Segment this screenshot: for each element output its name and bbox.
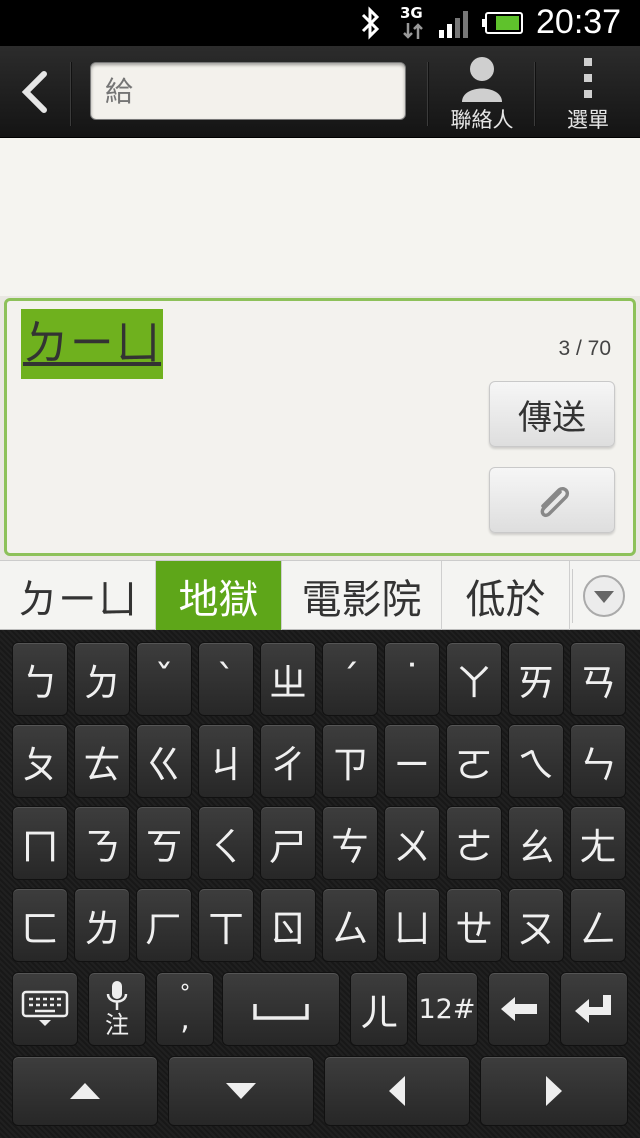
bopomofo-key[interactable]: ㄢ (570, 642, 626, 716)
message-input[interactable]: ㄉㄧㄩ 3 / 70 傳送 (4, 298, 636, 556)
bopomofo-key[interactable]: ˊ (322, 642, 378, 716)
candidate-item[interactable]: ㄉㄧㄩ (0, 561, 156, 631)
network-type-label: 3G (400, 4, 423, 22)
overflow-menu-icon (584, 58, 592, 98)
voice-input-key[interactable]: 注 (88, 972, 146, 1046)
bopomofo-key[interactable]: ㄤ (570, 806, 626, 880)
punctuation-bottom: , (180, 1002, 190, 1037)
attach-button[interactable] (489, 467, 615, 533)
bopomofo-key[interactable]: ㄙ (322, 888, 378, 962)
bopomofo-key[interactable]: ㄉ (74, 642, 130, 716)
bopomofo-key[interactable]: ˇ (136, 642, 192, 716)
backspace-key[interactable] (488, 972, 550, 1046)
back-button[interactable] (0, 46, 68, 138)
candidate-item[interactable]: 電影院 (282, 561, 442, 631)
bopomofo-key[interactable]: ˋ (198, 642, 254, 716)
bopomofo-key[interactable]: ㄅ (12, 642, 68, 716)
microphone-icon (106, 981, 128, 1010)
contacts-label: 聯絡人 (450, 108, 514, 132)
mic-key-label: 注 (105, 1011, 129, 1039)
keyboard-hide-key[interactable] (12, 972, 78, 1046)
punctuation-key[interactable]: ° , (156, 972, 214, 1046)
er-key[interactable]: ㄦ (350, 972, 408, 1046)
arrow-down-icon (226, 1083, 256, 1099)
bopomofo-key[interactable]: ㄒ (198, 888, 254, 962)
candidate-bar: ㄉㄧㄩ 地獄 電影院 低於 (0, 560, 640, 631)
bopomofo-key[interactable]: ㄖ (260, 888, 316, 962)
bopomofo-key[interactable]: ㄌ (74, 888, 130, 962)
numbers-symbols-key[interactable]: 12# (416, 972, 478, 1046)
bluetooth-icon (361, 6, 380, 40)
arrow-right-icon (546, 1076, 562, 1106)
paperclip-icon (540, 486, 570, 518)
backspace-arrow-icon (501, 997, 537, 1021)
bopomofo-key[interactable]: ㄐ (198, 724, 254, 798)
message-thread-area (0, 138, 640, 300)
bopomofo-key[interactable]: ㄡ (508, 888, 564, 962)
contacts-button[interactable]: 聯絡人 (430, 46, 534, 138)
recipient-input[interactable] (90, 62, 406, 120)
cursor-right-key[interactable] (480, 1056, 628, 1126)
candidate-item-selected[interactable]: 地獄 (156, 561, 282, 631)
menu-label: 選單 (567, 108, 609, 132)
bopomofo-key[interactable]: ㄗ (322, 724, 378, 798)
status-clock: 20:37 (536, 3, 622, 41)
bopomofo-key[interactable]: ㄔ (260, 724, 316, 798)
bopomofo-key[interactable]: ㄨ (384, 806, 440, 880)
candidate-item[interactable]: 低於 (442, 561, 570, 631)
bopomofo-key[interactable]: ㄚ (446, 642, 502, 716)
space-key[interactable] (222, 972, 340, 1046)
enter-key[interactable] (560, 972, 628, 1046)
chevron-left-icon (21, 71, 47, 113)
bopomofo-key[interactable]: ㄜ (446, 806, 502, 880)
enter-arrow-icon (575, 995, 611, 1023)
bopomofo-key[interactable]: ㄘ (322, 806, 378, 880)
chevron-down-icon (583, 575, 625, 617)
keyboard-icon (21, 990, 69, 1026)
bopomofo-key[interactable]: ㄞ (508, 642, 564, 716)
bopomofo-key[interactable]: ㄏ (136, 888, 192, 962)
composer: ㄉㄧㄩ 3 / 70 傳送 (0, 296, 640, 560)
bopomofo-key[interactable]: ㄩ (384, 888, 440, 962)
bopomofo-key[interactable]: ˙ (384, 642, 440, 716)
bopomofo-keyboard: ㄅㄉ ˇ ˋ ㄓ ˊ ˙ ㄚㄞㄢㄆㄊㄍㄐㄔㄗㄧㄛㄟㄣㄇㄋㄎㄑㄕㄘㄨㄜㄠㄤㄈㄌㄏㄒㄖㄙㄩㄝㄡㄥ… (0, 630, 640, 1138)
arrow-left-icon (389, 1076, 405, 1106)
bopomofo-key[interactable]: ㄣ (570, 724, 626, 798)
space-bar-icon (253, 1004, 309, 1020)
cursor-left-key[interactable] (324, 1056, 470, 1126)
cursor-up-key[interactable] (12, 1056, 158, 1126)
bopomofo-key[interactable]: ㄝ (446, 888, 502, 962)
menu-button[interactable]: 選單 (536, 46, 640, 138)
battery-icon (482, 12, 523, 34)
bopomofo-key[interactable]: ㄥ (570, 888, 626, 962)
status-bar: 3G 20:37 (0, 0, 640, 46)
bopomofo-key[interactable]: ㄟ (508, 724, 564, 798)
expand-candidates-button[interactable] (572, 569, 630, 623)
arrow-up-icon (70, 1083, 100, 1099)
send-button[interactable]: 傳送 (489, 381, 615, 447)
bopomofo-key[interactable]: ㄊ (74, 724, 130, 798)
bopomofo-key[interactable]: ㄛ (446, 724, 502, 798)
bopomofo-key[interactable]: ㄠ (508, 806, 564, 880)
bopomofo-key[interactable]: ㄋ (74, 806, 130, 880)
bopomofo-key[interactable]: ㄕ (260, 806, 316, 880)
composing-text: ㄉㄧㄩ (21, 309, 163, 379)
bopomofo-key[interactable]: ㄆ (12, 724, 68, 798)
action-bar: 聯絡人 選單 (0, 46, 640, 138)
character-counter: 3 / 70 (558, 337, 611, 360)
bopomofo-key[interactable]: ㄧ (384, 724, 440, 798)
bopomofo-key[interactable]: ㄑ (198, 806, 254, 880)
signal-strength-icon (439, 11, 468, 38)
bopomofo-key[interactable]: ㄎ (136, 806, 192, 880)
bopomofo-key[interactable]: ㄇ (12, 806, 68, 880)
bopomofo-key[interactable]: ㄈ (12, 888, 68, 962)
person-icon (462, 57, 502, 102)
bopomofo-key[interactable]: ㄍ (136, 724, 192, 798)
bopomofo-key[interactable]: ㄓ (260, 642, 316, 716)
cursor-down-key[interactable] (168, 1056, 314, 1126)
network-type-icon: 3G (398, 4, 426, 42)
